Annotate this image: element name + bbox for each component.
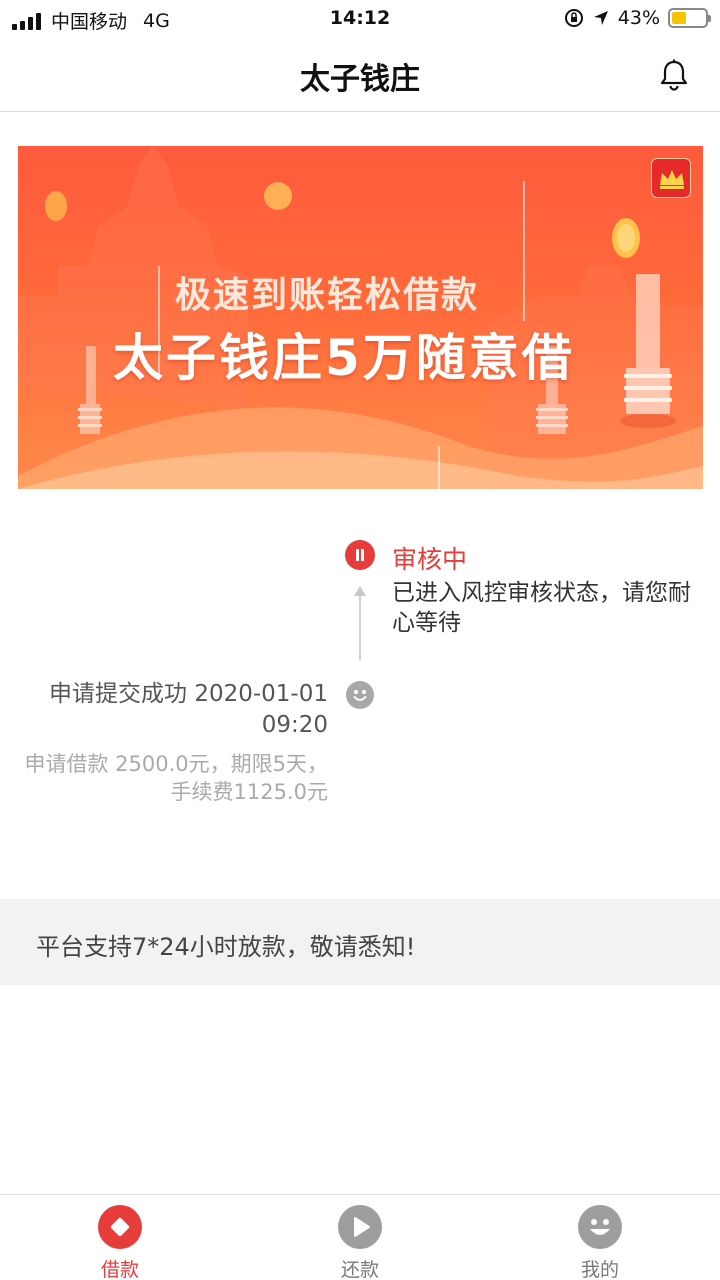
submit-status-title: 申请提交成功 2020-01-01 09:20 [49,681,328,738]
crown-icon [660,170,684,189]
battery-icon [668,8,711,28]
tab-repay-label: 还款 [340,1259,379,1280]
review-status-title: 审核中 [392,545,468,574]
submit-status-desc: 申请借款 2500.0元，期限5天，手续费1125.0元 [24,752,328,804]
tab-mine[interactable]: 我的 [540,1205,660,1280]
promo-banner[interactable]: 极速到账轻松借款 太子钱庄5万随意借 [18,146,703,489]
smiley-icon [346,681,374,709]
pause-icon [345,540,375,570]
tab-borrow[interactable]: 借款 [60,1205,180,1280]
rotation-lock-icon [564,9,583,27]
play-icon [338,1205,382,1249]
battery-percent: 43% [617,7,660,29]
review-status-desc: 已进入风控审核状态，请您耐心等待 [392,580,691,636]
tab-repay[interactable]: 还款 [300,1205,420,1280]
page-title: 太子钱庄 [300,62,420,97]
diamond-icon [98,1205,142,1249]
nav-bar: 太子钱庄 [0,38,720,112]
timeline-connector [359,592,361,660]
status-bar: 中国移动 4G 14:12 43% [0,0,720,38]
tab-borrow-label: 借款 [100,1259,139,1280]
battery-fill [672,12,686,24]
status-bar-right: 43% [564,7,711,29]
timeline-arrow-icon [354,586,366,596]
smiley-icon [578,1205,622,1249]
bell-icon[interactable] [658,58,690,92]
banner-headline: 极速到账轻松借款 [175,275,480,316]
tab-mine-label: 我的 [580,1259,619,1280]
notice-text: 平台支持7*24小时放款，敬请悉知! [36,933,416,961]
notice-bar: 平台支持7*24小时放款，敬请悉知! [0,899,720,985]
location-arrow-icon [593,11,608,25]
banner-subheadline: 太子钱庄5万随意借 [113,329,575,387]
app-logo [651,158,691,198]
tab-bar: 借款 还款 我的 [0,1194,720,1280]
